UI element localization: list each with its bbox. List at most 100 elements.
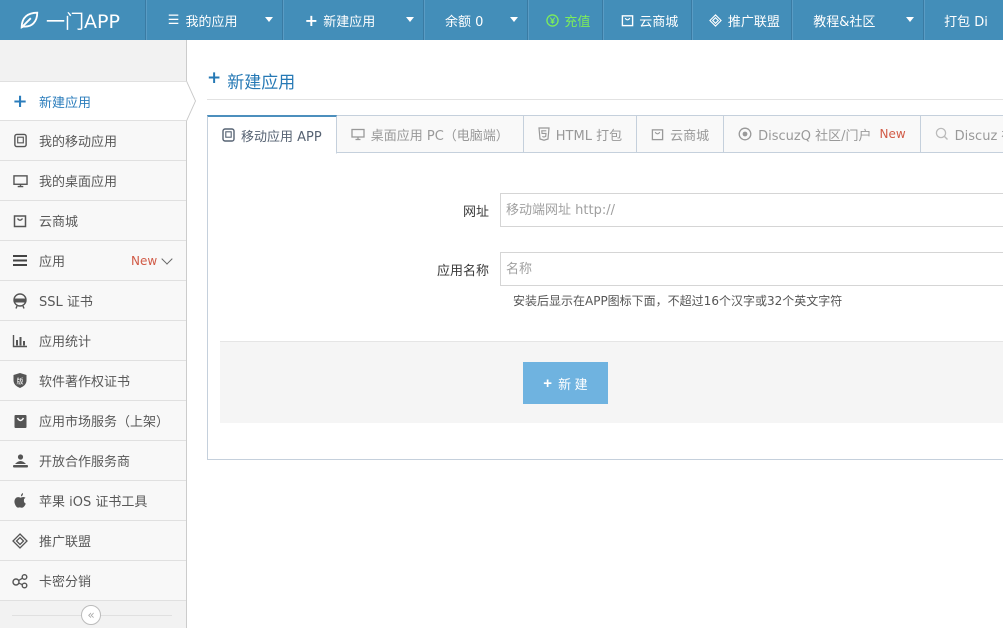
discuz-icon <box>935 127 949 141</box>
tab-label: HTML 打包 <box>555 128 623 144</box>
nav-package-label: 打包 Di <box>944 14 988 30</box>
tab-label: Discuz 社 <box>954 128 1003 144</box>
nav-balance-label: 余额 0 <box>444 14 484 30</box>
plus-icon: + <box>207 68 222 88</box>
ssl-icon <box>10 292 30 309</box>
discuz-icon <box>738 127 752 141</box>
tablet-icon <box>10 133 30 148</box>
url-row: 网址 <box>402 193 1003 227</box>
caret-down-icon <box>906 17 915 22</box>
tab-cloud-mall[interactable]: 云商城 <box>637 115 725 153</box>
sidebar-item-label: 应用 <box>39 255 66 270</box>
create-button[interactable]: + 新 建 <box>523 362 608 404</box>
caret-down-icon <box>405 17 414 22</box>
bars-icon <box>10 254 30 267</box>
caret-down-icon <box>265 17 274 22</box>
top-navbar: 一门APP ☰ 我的应用 + 新建应用 余额 0 充值 云商城 推广联盟 教程&… <box>0 0 1003 40</box>
tab-html-package[interactable]: HTML 打包 <box>523 115 638 153</box>
nav-package[interactable]: 打包 Di <box>924 0 1003 40</box>
sidebar-item-app-market[interactable]: 应用市场服务（上架） <box>0 401 186 441</box>
sidebar-item-apps[interactable]: 应用 New <box>0 241 186 281</box>
sidebar-item-app-stats[interactable]: 应用统计 <box>0 321 186 361</box>
app-name-help-text: 安装后显示在APP图标下面，不超过16个汉字或32个英文字符 <box>513 294 843 308</box>
yen-icon <box>545 13 559 27</box>
sidebar-item-label: 我的桌面应用 <box>39 175 118 190</box>
sidebar-item-label: 我的移动应用 <box>39 135 118 150</box>
brand-logo[interactable]: 一门APP <box>0 0 146 40</box>
sidebar-item-label: 应用统计 <box>39 335 92 350</box>
sidebar-item-my-mobile-apps[interactable]: 我的移动应用 <box>0 121 186 161</box>
sidebar-item-ssl[interactable]: SSL 证书 <box>0 281 186 321</box>
plus-icon: + <box>12 90 28 112</box>
nav-recharge[interactable]: 充值 <box>528 0 604 40</box>
sidebar-item-label: 软件著作权证书 <box>39 375 131 390</box>
nav-my-apps[interactable]: ☰ 我的应用 <box>145 0 284 40</box>
store-icon <box>10 413 30 429</box>
plus-icon: + <box>543 374 553 392</box>
nav-new-app[interactable]: + 新建应用 <box>283 0 424 40</box>
leaf-icon <box>20 11 39 29</box>
nav-my-apps-label: 我的应用 <box>185 14 238 30</box>
nav-tutorial-label: 教程&社区 <box>813 14 876 30</box>
copyright-shield-icon: 版 <box>10 372 30 389</box>
tab-discuzq[interactable]: DiscuzQ 社区/门户 New <box>724 115 921 153</box>
url-input[interactable] <box>500 193 1003 227</box>
sidebar-item-card-distribution[interactable]: 卡密分销 <box>0 561 186 601</box>
new-badge: New <box>879 127 906 141</box>
tab-discuz[interactable]: Discuz 社 <box>920 115 1003 153</box>
service-icon <box>10 453 30 469</box>
sidebar-item-copyright[interactable]: 版 软件著作权证书 <box>0 361 186 401</box>
sidebar-item-label: 云商城 <box>39 215 79 230</box>
brand-name: 一门APP <box>46 10 120 33</box>
sidebar-item-affiliate[interactable]: 推广联盟 <box>0 521 186 561</box>
shop-icon <box>620 14 634 27</box>
tab-mobile-app[interactable]: 移动应用 APP <box>207 115 337 154</box>
new-badge: New <box>131 253 158 268</box>
html5-icon <box>538 127 550 141</box>
sidebar-item-label: 开放合作服务商 <box>39 455 131 470</box>
sidebar-item-new-app[interactable]: + 新建应用 <box>0 81 196 121</box>
shop-icon <box>651 128 664 141</box>
nav-cloud-mall[interactable]: 云商城 <box>603 0 692 40</box>
sidebar-menu: + 新建应用 我的移动应用 我的桌面应用 云商城 应用 New SSL 证书 应… <box>0 81 196 601</box>
diamond-icon <box>10 532 30 549</box>
sidebar-item-label: 卡密分销 <box>39 575 92 590</box>
sidebar-item-cloud-mall[interactable]: 云商城 <box>0 201 186 241</box>
nav-balance[interactable]: 余额 0 <box>423 0 529 40</box>
sidebar-item-ios-cert[interactable]: 苹果 iOS 证书工具 <box>0 481 186 521</box>
nav-new-app-label: 新建应用 <box>323 14 376 30</box>
sidebar-item-label: 苹果 iOS 证书工具 <box>39 495 148 510</box>
page-title: 新建应用 <box>227 73 296 93</box>
tab-desktop-app[interactable]: 桌面应用 PC（电脑端） <box>336 115 524 153</box>
tab-label: 桌面应用 PC（电脑端） <box>370 128 509 144</box>
double-chevron-left-icon[interactable]: « <box>81 605 101 625</box>
form-actions: + 新 建 <box>220 341 1003 423</box>
page-header: + 新建应用 <box>207 68 1003 100</box>
sidebar-item-my-desktop-apps[interactable]: 我的桌面应用 <box>0 161 186 201</box>
tab-label: 移动应用 APP <box>241 129 322 145</box>
nav-tutorial-community[interactable]: 教程&社区 <box>792 0 925 40</box>
app-name-label: 应用名称 <box>436 263 489 279</box>
nav-recharge-label: 充值 <box>564 14 591 30</box>
sidebar: + 新建应用 我的移动应用 我的桌面应用 云商城 应用 New SSL 证书 应… <box>0 40 196 628</box>
list-icon: ☰ <box>167 12 180 28</box>
desktop-icon <box>10 174 30 188</box>
app-name-input[interactable] <box>500 252 1003 286</box>
tab-label: 云商城 <box>670 128 710 144</box>
apple-icon <box>10 492 30 509</box>
shop-icon <box>10 214 30 228</box>
plus-icon: + <box>304 10 318 30</box>
url-label: 网址 <box>462 204 489 220</box>
sidebar-item-label: 推广联盟 <box>39 535 92 550</box>
chevron-down-icon[interactable] <box>161 253 173 265</box>
nav-affiliate[interactable]: 推广联盟 <box>691 0 793 40</box>
caret-down-icon <box>510 17 519 22</box>
sidebar-item-label: SSL 证书 <box>39 295 93 310</box>
nav-cloud-mall-label: 云商城 <box>639 14 679 30</box>
tab-label: DiscuzQ 社区/门户 <box>758 128 872 144</box>
sidebar-item-partners[interactable]: 开放合作服务商 <box>0 441 186 481</box>
nav-affiliate-label: 推广联盟 <box>727 14 780 30</box>
diamond-icon <box>709 13 723 27</box>
desktop-icon <box>351 128 365 141</box>
sidebar-collapse-row: « <box>0 602 186 628</box>
